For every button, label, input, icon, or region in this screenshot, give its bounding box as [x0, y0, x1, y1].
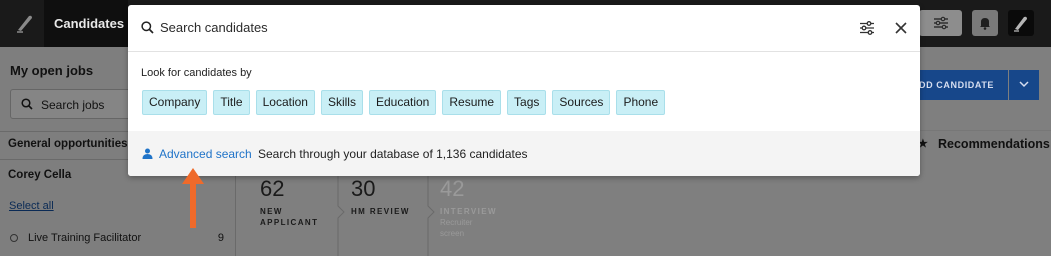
chip-title[interactable]: Title: [213, 90, 250, 115]
job-count: 9: [217, 232, 224, 244]
user-icon: [142, 148, 153, 159]
stage-label: INTERVIEW: [440, 207, 497, 216]
search-icon: [21, 98, 33, 110]
filter-toggle-button[interactable]: [919, 10, 962, 36]
close-icon[interactable]: [893, 20, 909, 36]
chip-education[interactable]: Education: [368, 90, 437, 115]
sidebar-title: My open jobs: [10, 63, 94, 78]
chevron-down-icon: [1019, 81, 1029, 88]
job-list-item[interactable]: Live Training Facilitator 9: [10, 232, 224, 244]
select-all-link[interactable]: Select all: [9, 200, 54, 212]
sliders-icon: [934, 16, 948, 30]
chip-company[interactable]: Company: [142, 90, 208, 115]
profile-button[interactable]: [1008, 10, 1034, 36]
bell-icon: [980, 18, 990, 30]
chip-sources[interactable]: Sources: [552, 90, 611, 115]
stage-interview[interactable]: 42 INTERVIEW Recruiter screen: [440, 176, 497, 239]
modal-footer: Advanced search Search through your data…: [128, 131, 920, 176]
modal-search-bar: [128, 5, 920, 52]
chip-phone[interactable]: Phone: [616, 90, 666, 115]
add-candidate-button[interactable]: DD CANDIDATE: [912, 70, 1008, 100]
candidate-search-modal: Look for candidates by Company Title Loc…: [128, 5, 920, 176]
look-for-label: Look for candidates by: [141, 67, 252, 79]
stage-new-applicant[interactable]: 62 NEW APPLICANT: [260, 176, 318, 228]
chip-tags[interactable]: Tags: [507, 90, 547, 115]
general-opportunities[interactable]: General opportunities: [8, 138, 128, 150]
stage-count: 62: [260, 176, 285, 201]
search-field-chips: Company Title Location Skills Education …: [142, 90, 666, 115]
advanced-search-label: Advanced search: [159, 147, 252, 161]
chip-resume[interactable]: Resume: [442, 90, 502, 115]
advanced-search-description: Search through your database of 1,136 ca…: [258, 147, 528, 161]
radio-icon: [10, 234, 18, 242]
stage-label: NEW: [260, 207, 283, 216]
job-search-placeholder: Search jobs: [41, 98, 105, 112]
stage-label: APPLICANT: [260, 218, 319, 227]
stage-count: 42: [440, 176, 465, 201]
candidate-search-input[interactable]: [160, 20, 840, 35]
search-filters-icon[interactable]: [858, 19, 876, 37]
chip-location[interactable]: Location: [255, 90, 315, 115]
stage-sublabel: Recruiter: [440, 218, 473, 227]
search-icon: [141, 21, 154, 34]
annotation-arrow-icon: [182, 168, 204, 228]
quill-profile-icon: [1014, 16, 1027, 32]
stage-sublabel: screen: [440, 229, 465, 238]
job-owner-group[interactable]: Corey Cella: [8, 169, 71, 181]
job-name: Live Training Facilitator: [28, 232, 142, 244]
stage-count: 30: [351, 176, 376, 201]
add-candidate-dropdown[interactable]: [1009, 70, 1039, 100]
tab-recommendations[interactable]: ★ Recommendations: [918, 130, 1051, 158]
nav-tab-candidates[interactable]: Candidates: [44, 0, 128, 47]
quill-logo-icon[interactable]: [14, 12, 36, 34]
notifications-button[interactable]: [972, 10, 998, 36]
stage-label: HM REVIEW: [351, 207, 410, 216]
advanced-search-link[interactable]: Advanced search: [142, 147, 252, 161]
recommendations-label: Recommendations: [938, 137, 1050, 151]
chip-skills[interactable]: Skills: [320, 90, 363, 115]
stage-hm-review[interactable]: 30 HM REVIEW: [351, 176, 410, 217]
